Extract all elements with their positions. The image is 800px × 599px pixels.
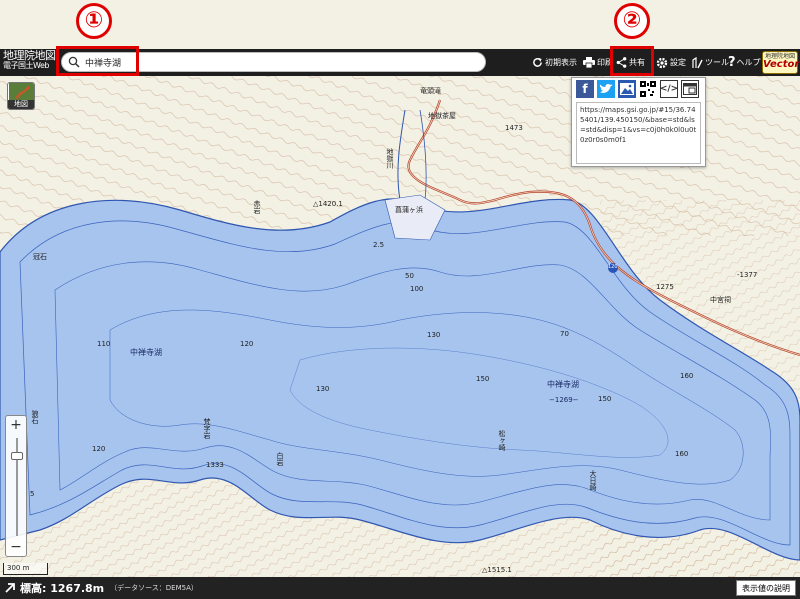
vector-map-button[interactable]: 地理院地図 Vector [762, 51, 800, 74]
zoom-in-button[interactable]: + [6, 416, 26, 434]
label-akaiwa: 赤岩 [253, 200, 261, 214]
status-bar: 標高: 1267.8m （データソース：DEM5A） 表示値の説明 [0, 577, 800, 599]
print-label: 印刷 [597, 58, 613, 67]
tools-button[interactable]: ツール [691, 49, 729, 76]
zoom-slider-handle[interactable] [11, 452, 23, 460]
tools-label: ツール [705, 58, 729, 67]
top-toolbar: 地理院地図 電子国土Web 初期表示 印刷 共有 設定 ツール ? [0, 49, 800, 76]
reset-view-label: 初期表示 [545, 58, 577, 67]
label-spot1473: 1473 [505, 124, 523, 132]
depth-label: 5 [30, 490, 35, 498]
search-input[interactable] [85, 57, 465, 67]
share-button[interactable]: 共有 [616, 49, 645, 76]
annotation-badge-1: ① [76, 3, 112, 39]
label-route120: 120 [608, 264, 618, 270]
depth-label: 160 [680, 372, 694, 380]
settings-button[interactable]: 設定 [656, 49, 686, 76]
label-river: 地獄川 [386, 148, 394, 169]
gear-icon [656, 57, 668, 68]
label-bonji: 梵字岩 [203, 418, 211, 439]
zoom-out-button[interactable]: − [6, 538, 26, 556]
depth-label: 120 [240, 340, 254, 348]
label-lake-second: 中禅寺湖 [547, 380, 579, 389]
label-matsugasaki: 松ヶ崎 [498, 430, 506, 451]
refresh-icon [533, 57, 542, 67]
map-layer-label: 地図 [8, 100, 34, 109]
logo-subtitle: 電子国土Web [3, 61, 49, 70]
depth-label: 130 [427, 331, 441, 339]
logo-title: 地理院地図 [3, 49, 56, 62]
label-spot1377: -1377 [737, 271, 758, 279]
embed-code-icon[interactable]: </> [660, 80, 678, 98]
scale-bar: 300 m [3, 563, 48, 575]
label-kanzaki: 菖蒲ヶ浜 [395, 206, 423, 214]
tools-icon [692, 56, 703, 68]
map-layer-button[interactable]: 地図 [7, 82, 35, 110]
elevation-readout: 標高: 1267.8m [20, 582, 105, 595]
vector-big-label: Vector [763, 59, 800, 70]
depth-label: 120 [92, 445, 106, 453]
label-lake-elevation: −1269− [549, 396, 579, 404]
cursor-arrow-icon [5, 583, 15, 593]
zoom-control: + − [5, 415, 27, 557]
share-panel: f </> https://maps.gsi.go.jp/#15/36.7454… [571, 77, 706, 167]
search-box[interactable] [61, 52, 486, 72]
depth-label: 110 [97, 340, 111, 348]
print-button[interactable]: 印刷 [583, 49, 613, 76]
depth-label: 100 [410, 285, 424, 293]
window-icon[interactable] [681, 80, 699, 98]
search-icon [68, 56, 80, 68]
annotation-badge-2: ② [614, 3, 650, 39]
reset-view-button[interactable]: 初期表示 [532, 49, 577, 76]
label-spot1333: 1333 [206, 461, 224, 469]
printer-icon [583, 57, 595, 68]
depth-label: 70 [560, 330, 569, 338]
depth-label: 150 [598, 395, 612, 403]
map-app: 竜頭滝 地獄茶屋 地獄川 菖蒲ヶ浜 △1420.1 1473 赤岩 冠石 -13… [0, 0, 800, 599]
twitter-icon[interactable] [597, 80, 615, 98]
label-shrine: 中宮祠 [710, 296, 731, 304]
label-kanmuri: 冠石 [33, 253, 47, 261]
label-teahouse: 地獄茶屋 [428, 112, 456, 120]
help-button[interactable]: ? ヘルプ [728, 49, 761, 76]
share-label: 共有 [629, 58, 645, 67]
facebook-icon[interactable]: f [576, 80, 594, 98]
label-spot1515: △1515.1 [482, 566, 512, 574]
depth-label: 160 [675, 450, 689, 458]
settings-label: 設定 [670, 58, 686, 67]
share-icon-row: f </> [572, 78, 705, 100]
help-icon: ? [728, 55, 736, 70]
data-source-label: （データソース：DEM5A） [110, 584, 198, 592]
gsi-logo[interactable]: 地理院地図 電子国土Web [0, 49, 56, 76]
label-spot1420: △1420.1 [313, 200, 343, 208]
label-lake-main: 中禅寺湖 [130, 348, 162, 357]
label-ogura: 狼石 [31, 410, 39, 424]
label-dainichi: 大日崎 [589, 470, 597, 491]
depth-label: 2.5 [373, 241, 385, 249]
label-spot1275: 1275 [656, 283, 674, 291]
share-url-field[interactable]: https://maps.gsi.go.jp/#15/36.745401/139… [576, 102, 701, 164]
qrcode-icon[interactable] [639, 80, 657, 98]
explain-values-button[interactable]: 表示値の説明 [736, 580, 796, 596]
label-shiraiwa: 白岩 [276, 452, 284, 466]
depth-label: 150 [476, 375, 490, 383]
help-label: ヘルプ [736, 58, 761, 67]
depth-label: 50 [405, 272, 414, 280]
image-icon[interactable] [618, 80, 636, 98]
label-waterfall: 竜頭滝 [420, 87, 441, 95]
share-icon [616, 57, 627, 68]
depth-label: 130 [316, 385, 330, 393]
